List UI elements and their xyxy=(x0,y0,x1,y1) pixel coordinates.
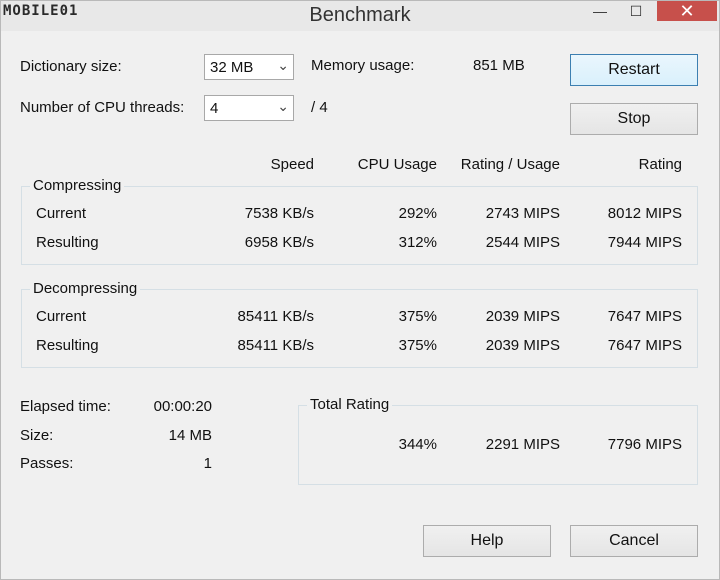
cpu-threads-select[interactable]: 4 ⌄ xyxy=(204,95,294,121)
title-bar[interactable]: MOBILE01 Benchmark — ☐ ✕ xyxy=(1,1,719,31)
minimize-icon[interactable]: — xyxy=(585,1,615,21)
compress-current-speed: 7538 KB/s xyxy=(244,205,314,222)
compressing-group: Compressing xyxy=(21,177,698,265)
compress-resulting-rating: 7944 MIPS xyxy=(607,234,682,251)
dictionary-size-select[interactable]: 32 MB ⌄ xyxy=(204,54,294,80)
size-label: Size: xyxy=(20,427,54,444)
compress-resulting-label: Resulting xyxy=(36,234,99,251)
dictionary-size-label: Dictionary size: xyxy=(20,58,122,75)
chevron-down-icon: ⌄ xyxy=(277,98,289,114)
passes-label: Passes: xyxy=(20,455,74,472)
total-rating-usage: 2291 MIPS xyxy=(485,436,560,453)
decompress-resulting-label: Resulting xyxy=(36,337,99,354)
compress-current-rating: 8012 MIPS xyxy=(607,205,682,222)
decompress-resulting-rating: 7647 MIPS xyxy=(607,337,682,354)
decompress-resulting-cpu: 375% xyxy=(398,337,437,354)
column-speed: Speed xyxy=(270,156,314,173)
compress-current-cpu: 292% xyxy=(398,205,437,222)
elapsed-time-label: Elapsed time: xyxy=(20,398,111,415)
close-icon[interactable]: ✕ xyxy=(657,1,717,21)
total-cpu: 344% xyxy=(398,436,437,453)
column-rating-usage: Rating / Usage xyxy=(460,156,560,173)
decompress-resulting-rating-usage: 2039 MIPS xyxy=(485,337,560,354)
decompress-current-cpu: 375% xyxy=(398,308,437,325)
cancel-button[interactable]: Cancel xyxy=(570,525,698,557)
restart-button[interactable]: Restart xyxy=(570,54,698,86)
column-cpu-usage: CPU Usage xyxy=(357,156,437,173)
decompress-current-label: Current xyxy=(36,308,87,325)
column-rating: Rating xyxy=(638,156,682,173)
compress-current-rating-usage: 2743 MIPS xyxy=(485,205,560,222)
compress-current-label: Current xyxy=(36,205,87,222)
cpu-threads-value: 4 xyxy=(210,100,219,117)
decompress-current-rating-usage: 2039 MIPS xyxy=(485,308,560,325)
compressing-title: Compressing xyxy=(30,177,125,194)
elapsed-time-value: 00:00:20 xyxy=(153,398,212,415)
compress-resulting-rating-usage: 2544 MIPS xyxy=(485,234,560,251)
dictionary-size-value: 32 MB xyxy=(210,59,254,76)
decompress-resulting-speed: 85411 KB/s xyxy=(237,337,314,354)
decompress-current-rating: 7647 MIPS xyxy=(607,308,682,325)
size-value: 14 MB xyxy=(168,427,212,444)
cpu-threads-label: Number of CPU threads: xyxy=(20,99,185,116)
decompressing-title: Decompressing xyxy=(30,280,141,297)
help-button[interactable]: Help xyxy=(423,525,551,557)
stop-button[interactable]: Stop xyxy=(570,103,698,135)
cpu-threads-max: / 4 xyxy=(311,99,328,116)
benchmark-window: MOBILE01 Benchmark — ☐ ✕ Dictionary size… xyxy=(0,0,720,580)
total-rating-title: Total Rating xyxy=(307,396,393,413)
chevron-down-icon: ⌄ xyxy=(277,57,289,73)
passes-value: 1 xyxy=(203,455,212,472)
compress-resulting-speed: 6958 KB/s xyxy=(244,234,314,251)
memory-usage-value: 851 MB xyxy=(473,57,525,74)
decompressing-group: Decompressing xyxy=(21,280,698,368)
memory-usage-label: Memory usage: xyxy=(311,57,415,74)
dialog-body: Dictionary size: 32 MB ⌄ Number of CPU t… xyxy=(1,31,719,579)
decompress-current-speed: 85411 KB/s xyxy=(237,308,314,325)
maximize-icon[interactable]: ☐ xyxy=(621,1,651,21)
total-rating-value: 7796 MIPS xyxy=(607,436,682,453)
compress-resulting-cpu: 312% xyxy=(398,234,437,251)
